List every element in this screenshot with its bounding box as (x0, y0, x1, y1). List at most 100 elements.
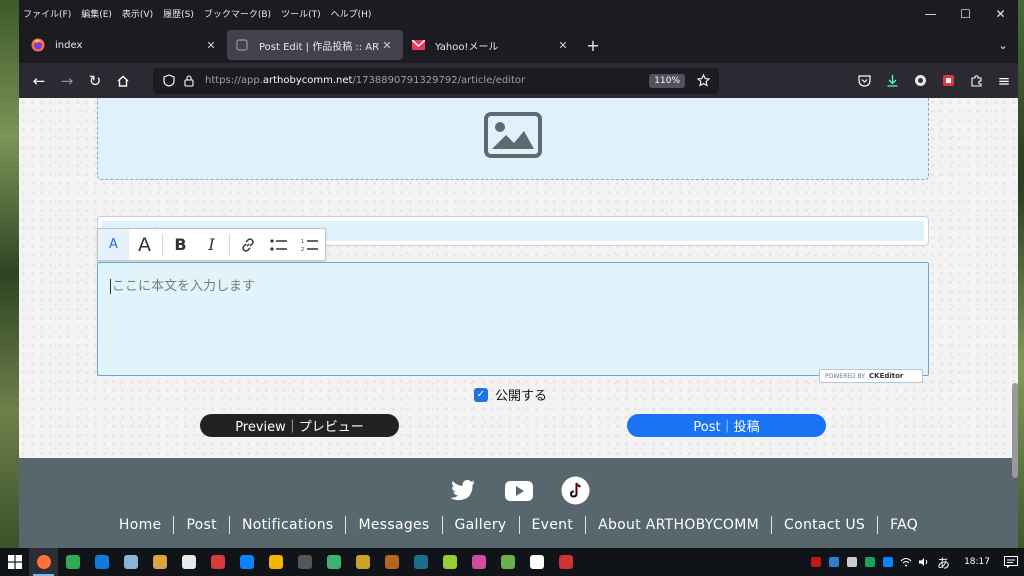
body-editor[interactable]: ここに本文を入力します (97, 262, 929, 376)
footer-link-faq[interactable]: FAQ (878, 517, 930, 533)
page-scrollbar[interactable] (1012, 383, 1018, 478)
close-tab-icon[interactable]: ✕ (555, 39, 571, 52)
menu-history[interactable]: 履歴(S) (163, 7, 194, 20)
font-size-button[interactable]: A (129, 229, 160, 260)
image-upload-area[interactable] (97, 98, 929, 180)
taskbar-app[interactable] (145, 548, 174, 576)
app-icon (471, 555, 486, 569)
app-icon (65, 555, 80, 569)
footer-link-notifications[interactable]: Notifications (230, 517, 346, 533)
reload-icon[interactable]: ↻ (81, 67, 109, 95)
taskbar-app[interactable] (290, 548, 319, 576)
publish-toggle[interactable]: ✓ 公開する (474, 385, 547, 404)
taskbar-app[interactable] (348, 548, 377, 576)
list-all-tabs-icon[interactable]: ⌄ (988, 39, 1018, 52)
close-tab-icon[interactable]: ✕ (379, 39, 395, 52)
menu-edit[interactable]: 編集(E) (81, 7, 112, 20)
pocket-icon[interactable] (850, 67, 878, 95)
tab-yahoo-mail[interactable]: Yahoo!メール ✕ (403, 30, 579, 60)
link-button[interactable] (232, 229, 263, 260)
taskbar-app[interactable] (406, 548, 435, 576)
taskbar-app[interactable] (174, 548, 203, 576)
bluetooth-glyph-icon (829, 557, 840, 567)
twitter-icon[interactable] (447, 476, 476, 505)
taskbar-firefox[interactable] (29, 548, 58, 576)
menu-file[interactable]: ファイル(F) (23, 7, 71, 20)
extension-icon[interactable] (906, 67, 934, 95)
taskbar-app[interactable] (58, 548, 87, 576)
ckeditor-badge[interactable]: POWERED BY CKEditor (819, 369, 923, 383)
bulleted-list-button[interactable] (263, 229, 294, 260)
taskbar-app[interactable] (261, 548, 290, 576)
numbered-list-button[interactable]: 12 (294, 229, 325, 260)
back-icon[interactable]: ← (25, 67, 53, 95)
taskbar-app[interactable] (232, 548, 261, 576)
taskbar-app[interactable] (435, 548, 464, 576)
taskbar-app[interactable] (319, 548, 348, 576)
menu-bookmarks[interactable]: ブックマーク(B) (204, 7, 271, 20)
editor-toolbar: A A B I 12 (97, 228, 326, 261)
taskbar-app[interactable] (377, 548, 406, 576)
dropbox-glyph-icon (883, 557, 894, 567)
volume-icon[interactable] (915, 548, 933, 576)
notification-center-icon[interactable] (998, 548, 1024, 576)
ublock-icon[interactable] (934, 67, 962, 95)
url-text[interactable]: https://app.arthobycomm.net/173889079132… (205, 75, 649, 86)
bold-button[interactable]: B (165, 229, 196, 260)
tracking-protection-icon[interactable] (159, 74, 179, 87)
url-bar[interactable]: https://app.arthobycomm.net/173889079132… (153, 67, 719, 94)
font-color-button[interactable]: A (98, 229, 129, 260)
italic-button[interactable]: I (196, 229, 227, 260)
social-links (19, 476, 1018, 505)
start-button[interactable] (0, 548, 29, 576)
tab-index[interactable]: index ✕ (23, 30, 227, 60)
menu-help[interactable]: ヘルプ(H) (331, 7, 372, 20)
extensions-puzzle-icon[interactable] (962, 67, 990, 95)
menu-hamburger-icon[interactable]: ≡ (990, 67, 1018, 95)
taskbar-app[interactable] (464, 548, 493, 576)
menu-tools[interactable]: ツール(T) (281, 7, 321, 20)
close-window-button[interactable]: ✕ (983, 0, 1018, 27)
close-tab-icon[interactable]: ✕ (203, 39, 219, 52)
taskbar-clock[interactable]: 18:17 (964, 557, 990, 567)
new-tab-button[interactable]: + (579, 36, 607, 55)
minimize-button[interactable]: — (913, 0, 948, 27)
dropbox-icon[interactable] (879, 548, 897, 576)
maximize-button[interactable]: ☐ (948, 0, 983, 27)
mcafee-icon[interactable] (807, 548, 825, 576)
preview-button[interactable]: Preview｜プレビュー (200, 414, 399, 437)
bluetooth-icon[interactable] (825, 548, 843, 576)
forward-icon[interactable]: → (53, 67, 81, 95)
footer-link-post[interactable]: Post (174, 517, 229, 533)
footer-link-messages[interactable]: Messages (346, 517, 441, 533)
footer-link-event[interactable]: Event (520, 517, 586, 533)
footer-link-about[interactable]: About ARTHOBYCOMM (586, 517, 771, 533)
taskbar-app[interactable] (203, 548, 232, 576)
security-glyph-icon (865, 557, 876, 567)
downloads-icon[interactable] (878, 67, 906, 95)
footer-link-contact[interactable]: Contact US (772, 517, 877, 533)
security-icon[interactable] (861, 548, 879, 576)
tab-post-edit[interactable]: Post Edit | 作品投稿 :: ARTHOBYCOMM ✕ (227, 30, 403, 60)
bookmark-star-icon[interactable] (693, 74, 713, 87)
taskbar-app[interactable] (551, 548, 580, 576)
youtube-icon[interactable] (504, 476, 533, 505)
ime-indicator[interactable]: あ (937, 553, 950, 572)
taskbar-app[interactable] (87, 548, 116, 576)
taskbar-app[interactable] (522, 548, 551, 576)
tray-app-icon[interactable] (843, 548, 861, 576)
taskbar-app[interactable] (116, 548, 145, 576)
footer-link-home[interactable]: Home (107, 517, 174, 533)
footer-link-gallery[interactable]: Gallery (443, 517, 519, 533)
lock-icon[interactable] (179, 74, 199, 87)
menu-view[interactable]: 表示(V) (122, 7, 153, 20)
numbered-list-icon: 12 (301, 239, 318, 252)
taskbar-app[interactable] (493, 548, 522, 576)
zoom-indicator[interactable]: 110% (649, 73, 685, 88)
tab-label: Post Edit | 作品投稿 :: ARTHOBYCOMM (259, 41, 379, 53)
publish-checkbox[interactable]: ✓ (474, 387, 488, 402)
home-icon[interactable] (109, 67, 137, 95)
wifi-icon[interactable] (897, 548, 915, 576)
tiktok-icon[interactable] (561, 476, 590, 505)
post-button[interactable]: Post｜投稿 (627, 414, 826, 437)
